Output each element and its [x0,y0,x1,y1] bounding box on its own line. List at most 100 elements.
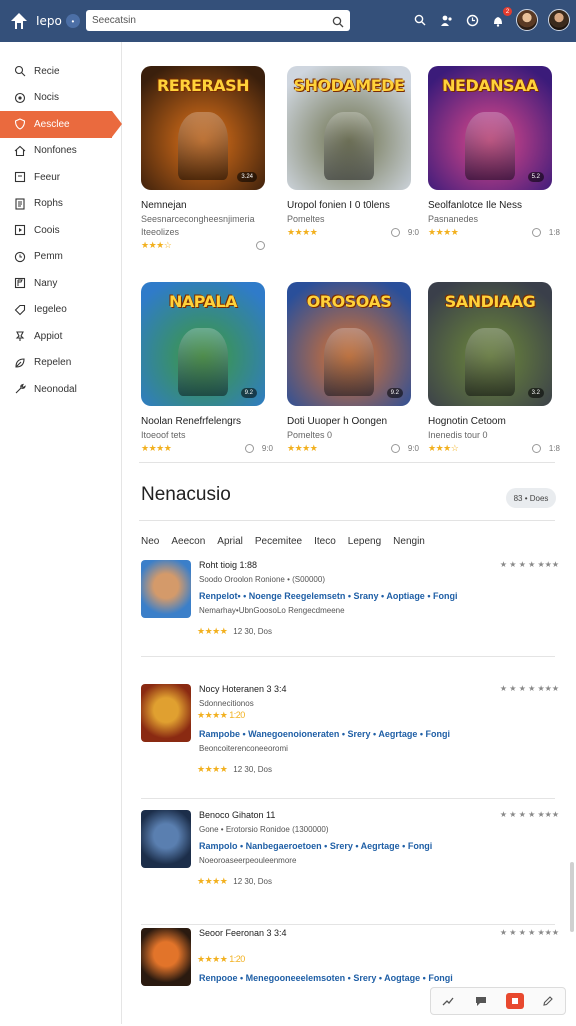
card-title[interactable]: Noolan Renefrfelengrs [141,416,273,427]
game-avatar[interactable] [141,810,191,868]
star-rating: ★★★★ [428,227,459,237]
sidebar-item-label: Aesclee [34,118,70,130]
card-title[interactable]: Seolfanlotce Ile Ness [428,200,560,211]
filter-tab[interactable]: Pecemitee [255,536,302,547]
character-art [465,327,515,396]
edit-icon[interactable] [539,993,557,1009]
card-subtitle: Itoeoof tets [141,430,186,440]
row-title[interactable]: Benoco Gihaton 11 [199,810,275,820]
scrollbar-thumb[interactable] [570,862,574,932]
filter-tab[interactable]: Aprial [217,536,243,547]
card-subtitle: Pasnanedes [428,214,479,224]
row-title[interactable]: Nocy Hoteranen 3 3:4 [199,684,287,694]
share-icon[interactable] [439,993,457,1009]
row-tags[interactable]: Renpelot• • Noenge Reegelemsetn • Srany … [199,591,457,601]
section-filter-pill[interactable]: 83 • Does [506,488,556,508]
row-subtitle: Sdonnecitionos [199,699,254,708]
game-avatar[interactable] [141,684,191,742]
sidebar-item-appiot[interactable]: Appiot [0,323,121,350]
record-icon[interactable] [505,993,524,1009]
card-title[interactable]: Doti Uuoper h Oongen [287,416,419,427]
avatar[interactable] [516,9,538,31]
main-content: Nenacusio 83 • Does Neo Aeecon Aprial Pecem… [123,42,576,1024]
users-icon[interactable] [438,12,454,28]
game-thumbnail[interactable]: SHODAMEDE [287,66,411,190]
game-card[interactable]: SANDIAAG 3.2 Hognotin Cetoom Inenedis tour … [428,282,560,454]
card-title[interactable]: Nemnejan [141,200,273,211]
filter-tab[interactable]: Lepeng [348,536,381,547]
star-rating: ★★★★ [197,626,228,636]
search-icon[interactable] [332,15,344,27]
gear-icon [14,92,26,104]
box-icon [14,171,26,183]
row-title[interactable]: Seoor Feeronan 3 3:4 [199,928,287,938]
sidebar-item-neonodal[interactable]: Neonodal [0,376,121,403]
filter-tab[interactable]: Iteco [314,536,336,547]
clock-icon[interactable] [464,12,480,28]
comment-count: 9:0 [407,444,419,453]
star-rating: ★★★★ [197,876,228,886]
comment-icon[interactable] [531,228,541,237]
comment-count: 9:0 [261,444,273,453]
list-item[interactable]: Nocy Hoteranen 3 3:4 Sdonnecitionos ★★★★ 1… [139,682,559,782]
sidebar-item-label: Feeur [34,171,61,183]
avatar[interactable] [548,9,570,31]
game-thumbnail[interactable]: SANDIAAG 3.2 [428,282,552,406]
row-tags[interactable]: Rampobe • Wanegoenoioneraten • Srery • A… [199,729,450,739]
comment-icon[interactable] [390,444,400,453]
sidebar-item-pemm[interactable]: Pemm [0,244,121,271]
search-icon[interactable] [412,12,428,28]
row-date: 12 30, Dos [233,765,272,774]
sidebar-item-label: Recie [34,65,60,77]
sidebar-item-coois[interactable]: Coois [0,217,121,244]
sidebar-item-recie[interactable]: Recie [0,58,121,85]
game-avatar[interactable] [141,928,191,986]
star-rating: ★★★★ [141,443,172,453]
sidebar-item-repelen[interactable]: Repelen [0,350,121,377]
game-card[interactable]: OROSOAS 9.2 Doti Uuoper h Oongen Pomeltes 0… [287,282,419,454]
sidebar-item-iegeleo[interactable]: Iegeleo [0,297,121,324]
logo-icon[interactable] [8,10,30,32]
sidebar-item-aesclee[interactable]: Aesclee [0,111,122,138]
bell-icon[interactable]: 2 [490,7,512,28]
game-card[interactable]: SHODAMEDE Uropol fonien I 0 t0lens Pomelte… [287,66,419,238]
game-thumbnail[interactable]: NEDANSAA 5.2 [428,66,552,190]
star-rating: ★★★★ [287,443,318,453]
sidebar-item-feeur[interactable]: Feeur [0,164,121,191]
comment-icon[interactable] [531,444,541,453]
comment-icon[interactable] [256,241,265,250]
list-item[interactable]: Roht tioig 1:88 Soodo Oroolon Ronione • (… [139,558,559,658]
sidebar-item-nonfones[interactable]: Nonfones [0,138,121,165]
app-name: Iepo [36,14,62,28]
game-card[interactable]: NAPALA 9.2 Noolan Renefrfelengrs Itoeoof te… [141,282,273,454]
list-item[interactable]: Benoco Gihaton 11 Gone • Erotorsio Ronido… [139,808,559,908]
card-title[interactable]: Hognotin Cetoom [428,416,560,427]
character-art [324,111,374,180]
row-tags[interactable]: Rampolo • Nanbegaeroetoen • Srery • Aegr… [199,841,432,851]
filter-tab[interactable]: Aeecon [171,536,205,547]
sidebar-item-nocis[interactable]: Nocis [0,85,121,112]
game-card[interactable]: RERERASH 3.24 Nemnejan Seesnarcecongheesnji… [141,66,273,251]
row-description: Nemarhay•UbnGoosoLo Rengecdmeene [199,606,345,615]
row-title[interactable]: Roht tioig 1:88 [199,560,257,570]
card-title[interactable]: Uropol fonien I 0 t0lens [287,200,419,211]
search-box[interactable] [86,10,350,31]
tag-icon [14,304,26,316]
filter-tab[interactable]: Nengin [393,536,425,547]
game-card[interactable]: NEDANSAA 5.2 Seolfanlotce Ile Ness Pasnaned… [428,66,560,238]
comment-icon[interactable] [390,228,400,237]
game-avatar[interactable] [141,560,191,618]
search-input[interactable] [92,15,332,26]
game-thumbnail[interactable]: OROSOAS 9.2 [287,282,411,406]
game-thumbnail[interactable]: NAPALA 9.2 [141,282,265,406]
scrollbar[interactable] [570,42,576,982]
comment-icon[interactable] [244,444,254,453]
row-tags[interactable]: Renpooe • Menegooneeelemsoten • Srery • … [199,973,453,983]
game-thumbnail[interactable]: RERERASH 3.24 [141,66,265,190]
chat-icon[interactable] [472,993,490,1009]
sidebar-item-label: Neonodal [34,383,77,395]
filter-tab[interactable]: Neo [141,536,159,547]
card-subtitle: Seesnarcecongheesnjimeria [141,214,255,224]
sidebar-item-rophs[interactable]: Rophs [0,191,121,218]
sidebar-item-nany[interactable]: Nany [0,270,121,297]
